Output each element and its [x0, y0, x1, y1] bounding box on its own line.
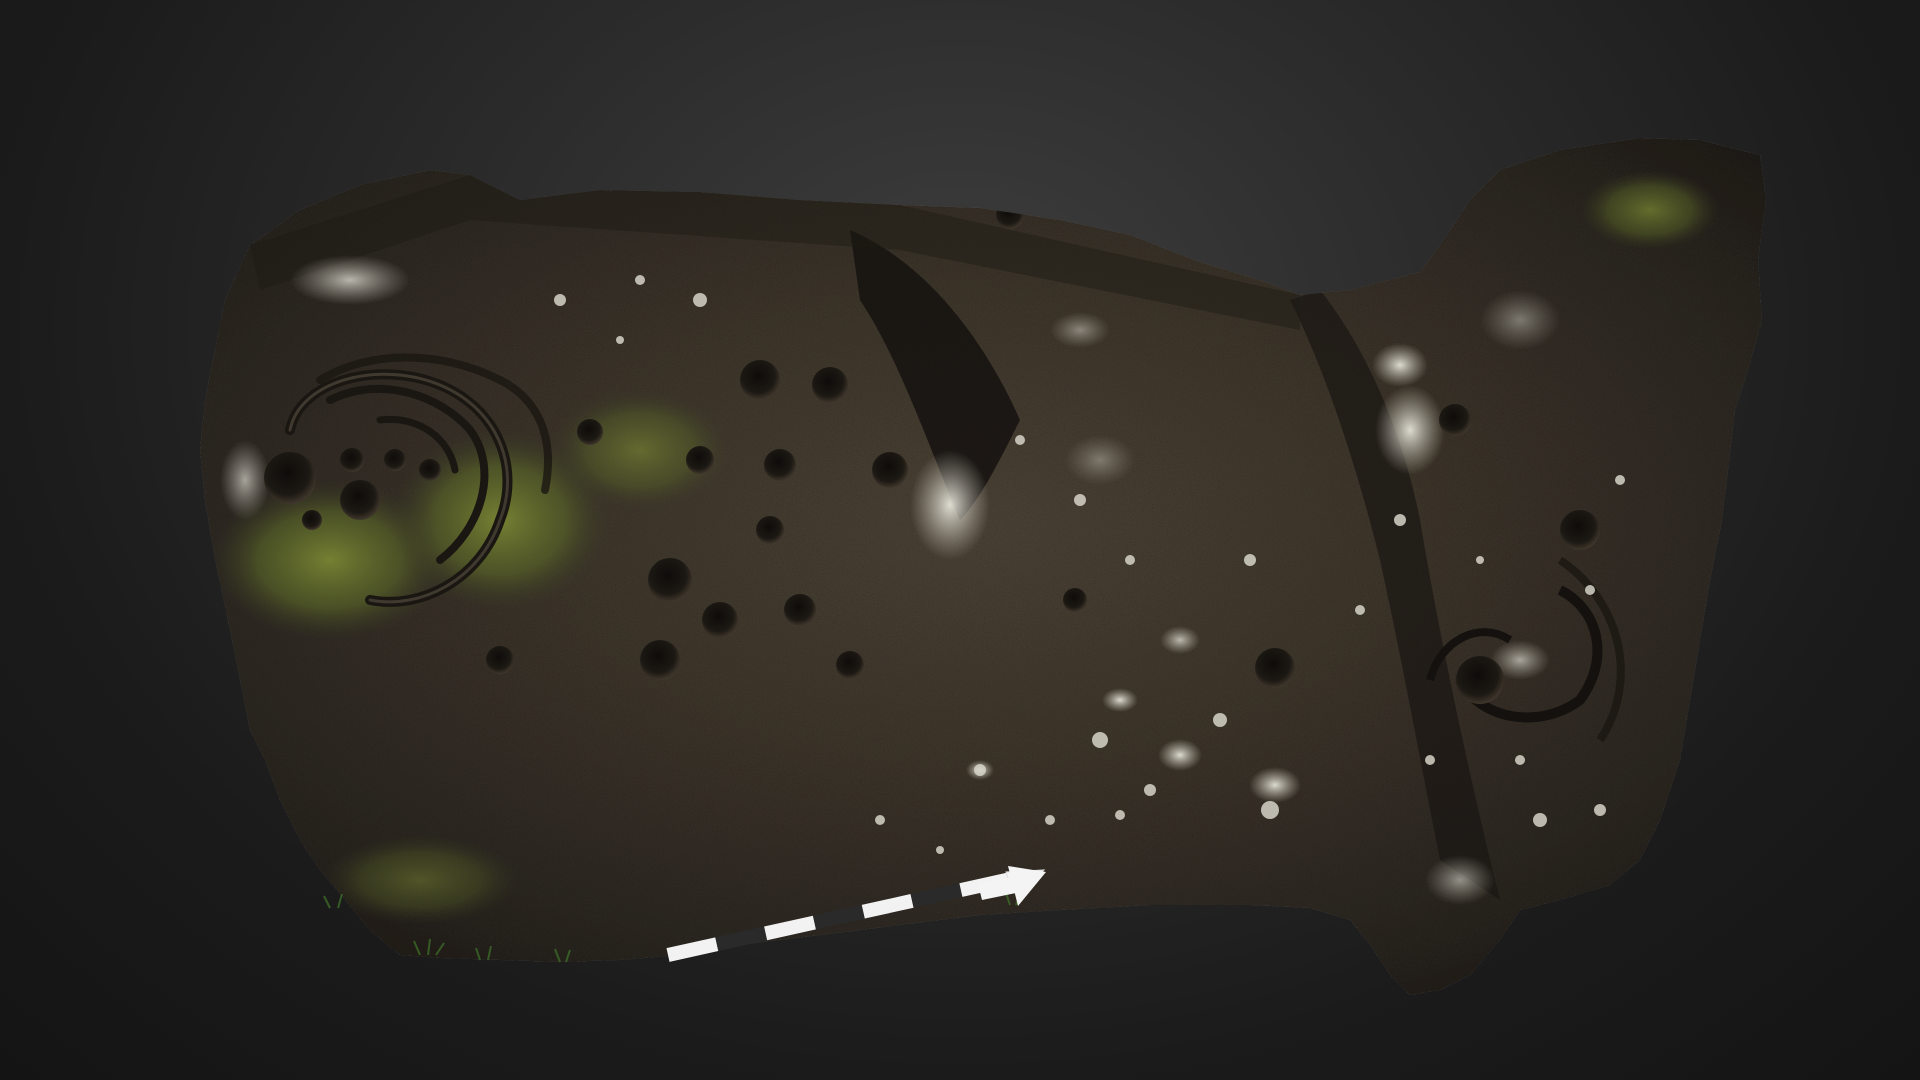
lichen-patch — [290, 255, 410, 305]
lichen-patch — [1102, 688, 1138, 712]
cup-mark — [872, 452, 908, 488]
lichen-patch — [910, 450, 990, 560]
lichen-patch — [1372, 343, 1428, 387]
cup-mark — [640, 640, 680, 680]
cup-mark — [264, 452, 316, 504]
cup-mark — [764, 449, 796, 481]
lichen-patch — [1425, 855, 1495, 905]
cup-mark — [340, 480, 380, 520]
lichen-patch — [1065, 435, 1135, 485]
cup-mark — [1063, 588, 1087, 612]
cup-mark — [577, 419, 603, 445]
cup-mark — [812, 367, 848, 403]
lichen-patch — [1158, 739, 1202, 771]
lichen-patch — [1160, 626, 1200, 654]
viewer-canvas[interactable] — [0, 0, 1920, 1080]
lichen-patch — [1050, 312, 1110, 348]
cup-mark — [384, 449, 406, 471]
lichen-patch — [1249, 767, 1301, 803]
moss-patch — [1580, 170, 1720, 250]
cup-mark — [686, 446, 714, 474]
cup-mark — [784, 594, 816, 626]
cup-mark — [340, 448, 364, 472]
rock-model-render — [200, 138, 1766, 995]
lichen-patch — [220, 440, 270, 520]
cup-mark — [1456, 656, 1504, 704]
moss-patch — [320, 835, 520, 925]
cup-mark — [302, 510, 322, 530]
cup-mark — [740, 360, 780, 400]
cup-mark — [1439, 404, 1471, 436]
rock-surface — [200, 138, 1766, 995]
cup-mark — [1255, 648, 1295, 688]
cup-mark — [996, 201, 1024, 229]
lichen-patch — [1480, 290, 1560, 350]
cup-mark — [1560, 510, 1600, 550]
lichen-patch — [1375, 385, 1445, 475]
cup-mark — [756, 516, 784, 544]
cup-mark — [836, 651, 864, 679]
cup-mark — [702, 602, 738, 638]
cup-mark — [486, 646, 514, 674]
cup-mark — [419, 459, 441, 481]
cup-mark — [648, 558, 692, 602]
